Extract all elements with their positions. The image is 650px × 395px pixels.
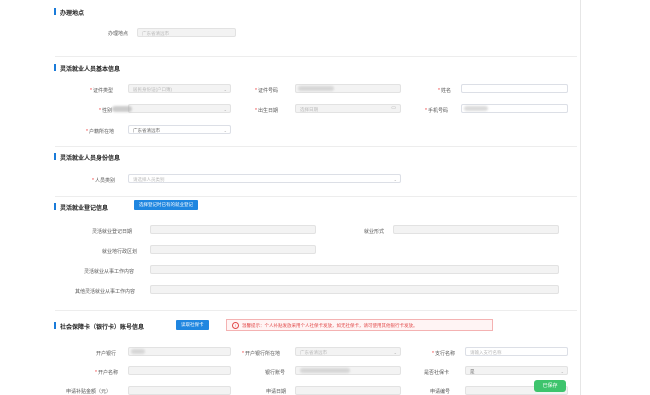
redacted-value — [464, 106, 488, 111]
id-type-select[interactable]: 居民身份证(户口簿) ⌄ — [128, 84, 231, 93]
name-label: *姓名 — [438, 88, 451, 94]
person-type-select[interactable]: 请选择人员类别 ⌄ — [128, 174, 401, 183]
bank-region-select[interactable]: 广东省清远市 ⌄ — [295, 347, 401, 356]
employment-form-field[interactable] — [393, 225, 559, 234]
divider — [55, 310, 577, 311]
chevron-down-icon: ⌄ — [393, 177, 397, 182]
apply-date-label: 申请日期 — [266, 389, 287, 395]
redacted-value — [131, 349, 145, 354]
account-name-field[interactable] — [128, 366, 231, 375]
is-sscard-select[interactable]: 是 ⌄ — [465, 366, 568, 375]
warning-banner: ! 温馨提示：个人补贴发放采用个人社保卡发放，如无社保卡，请可使用其他银行卡发放。 — [226, 319, 493, 331]
read-sscard-button[interactable]: 读取社保卡 — [176, 320, 209, 330]
birth-date-picker[interactable]: 选择日期 ▭ — [295, 104, 401, 113]
warning-icon: ! — [232, 322, 239, 330]
section-title-basic: 灵活就业人员基本信息 — [54, 64, 120, 73]
district-label: 就业地行政区划 — [102, 249, 138, 255]
huji-select[interactable]: 广东省清远市 ⌄ — [128, 125, 231, 134]
amount-label: 申请补贴金额（元） — [66, 389, 112, 395]
apply-number-label: 申请编号 — [430, 389, 451, 395]
chevron-down-icon: ⌄ — [560, 369, 564, 374]
office-field[interactable]: 广东省清远市 — [137, 28, 236, 37]
gender-select[interactable]: ⌄ — [128, 104, 231, 113]
chevron-down-icon: ⌄ — [223, 87, 227, 92]
redacted-value — [112, 106, 132, 112]
other-work-field[interactable] — [150, 285, 559, 294]
person-type-label: *人员类别 — [92, 178, 115, 184]
redacted-value — [300, 368, 350, 373]
district-field[interactable] — [150, 245, 316, 254]
chevron-down-icon: ⌄ — [223, 128, 227, 133]
id-number-label: *证件号码 — [255, 88, 278, 94]
apply-date-field[interactable] — [295, 386, 401, 395]
reg-date-label: 灵活就业登记日期 — [92, 229, 133, 235]
scroll-divider — [580, 0, 581, 395]
other-work-label: 其他灵活就业从事工作内容 — [75, 289, 136, 295]
employment-form-label: 就业形式 — [364, 229, 385, 235]
chevron-down-icon: ⌄ — [223, 107, 227, 112]
branch-label: *支行名称 — [432, 351, 455, 357]
reg-date-field[interactable] — [150, 225, 316, 234]
form-page — [52, 0, 580, 395]
calendar-icon: ▭ — [391, 105, 396, 111]
divider — [55, 56, 577, 57]
phone-label: *手机号码 — [425, 108, 448, 114]
save-status-button[interactable]: 已保存 — [534, 380, 566, 392]
bank-region-label: *开户银行所在地 — [242, 351, 280, 357]
is-sscard-label: 是否社保卡 — [424, 370, 450, 376]
branch-field[interactable]: 请输入支行名称 — [465, 347, 568, 356]
divider — [55, 196, 577, 197]
divider — [55, 146, 577, 147]
account-name-label: *开户名称 — [95, 370, 118, 376]
amount-field[interactable] — [128, 386, 231, 395]
section-title-registration: 灵活就业登记信息 — [54, 203, 108, 212]
chevron-down-icon: ⌄ — [393, 350, 397, 355]
huji-label: *户籍所在地 — [86, 129, 114, 135]
account-number-label: 银行账号 — [265, 370, 286, 376]
section-title-office: 办理地点 — [54, 8, 84, 17]
bank-label: 开户银行 — [96, 351, 117, 357]
id-type-label: *证件类型 — [90, 88, 113, 94]
gender-label: *性别 — [99, 108, 112, 114]
birth-date-label: *出生日期 — [255, 108, 278, 114]
section-title-bank: 社会保障卡（银行卡）账号信息 — [54, 322, 144, 331]
select-registration-button[interactable]: 选择登记时已有的就业登记 — [134, 200, 198, 210]
section-title-identity: 灵活就业人员身份信息 — [54, 153, 120, 162]
office-label: 办理地点 — [108, 31, 129, 37]
name-field[interactable] — [461, 84, 568, 93]
work-content-label: 灵活就业从事工作内容 — [84, 269, 135, 275]
redacted-value — [298, 86, 334, 91]
work-content-field[interactable] — [150, 265, 559, 274]
